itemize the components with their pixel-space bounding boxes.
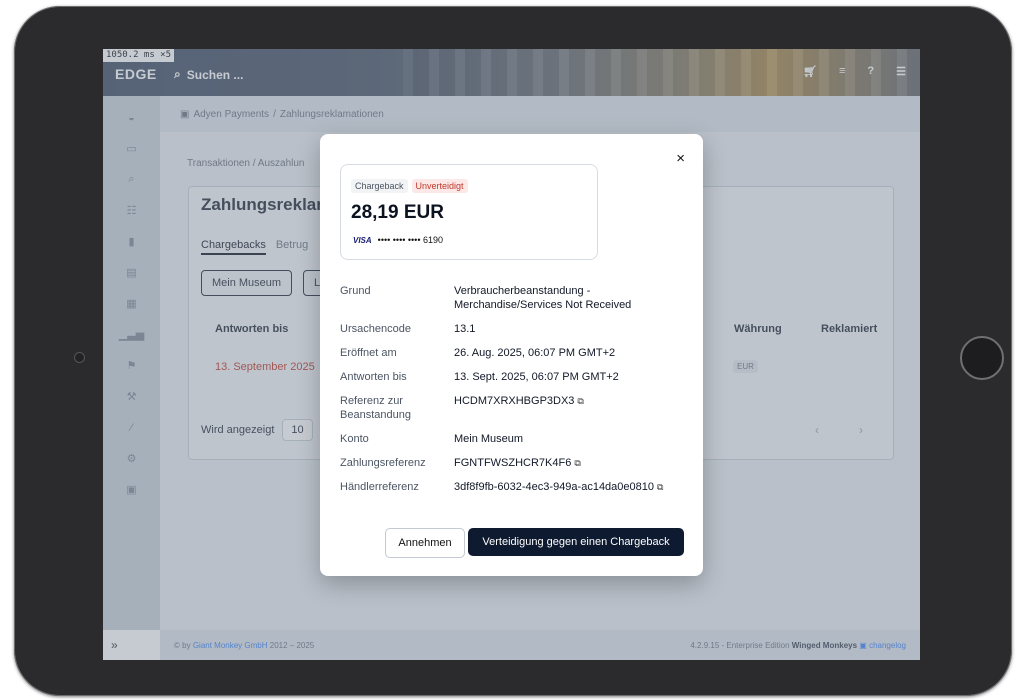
payment-card: VISA •••• •••• •••• 6190 [353,235,443,245]
payment-reference: FGNTFWSZHCR7K4F6 [454,457,572,469]
detail-value: HCDM7XRXHBGP3DX3 ⧉ [454,394,685,422]
type-badge: Chargeback [351,179,408,193]
card-number: •••• •••• •••• 6190 [377,235,444,245]
detail-row: Ursachencode 13.1 [340,322,685,336]
detail-row: Zahlungsreferenz FGNTFWSZHCR7K4F6 ⧉ [340,456,685,470]
detail-label: Konto [340,433,369,445]
detail-label: Antworten bis [340,371,407,383]
detail-label: Händlerreferenz [340,481,419,493]
details-list: Grund Verbraucherbeanstandung - Merchand… [340,284,685,504]
visa-logo: VISA [353,235,372,245]
detail-label: Ursachencode [340,323,411,335]
defend-chargeback-button[interactable]: Verteidigung gegen einen Chargeback [468,528,684,556]
copy-icon[interactable]: ⧉ [574,458,580,468]
merchant-reference: 3df8f9fb-6032-4ec3-949a-ac14da0e0810 [454,481,654,493]
copy-icon[interactable]: ⧉ [577,396,583,406]
screen: 1050.2 ms ×5 EDGE ⌕ Suchen ... 🛒︎ ≡ ? ☰ … [103,49,920,660]
detail-label: Referenz zur Beanstandung [340,395,411,421]
chargeback-summary: Chargeback Unverteidigt 28,19 EUR VISA •… [340,164,598,260]
detail-value: Mein Museum [454,433,524,445]
detail-value: Verbraucherbeanstandung - Merchandise/Se… [454,285,632,311]
detail-row: Konto Mein Museum [340,432,685,446]
copy-icon[interactable]: ⧉ [657,482,663,492]
detail-value: 26. Aug. 2025, 06:07 PM GMT+2 [454,347,616,359]
detail-label: Eröffnet am [340,347,397,359]
status-badge: Unverteidigt [411,179,468,193]
detail-row: Referenz zur Beanstandung HCDM7XRXHBGP3D… [340,394,685,422]
detail-value: 3df8f9fb-6032-4ec3-949a-ac14da0e0810 ⧉ [454,480,685,494]
detail-value: FGNTFWSZHCR7K4F6 ⧉ [454,456,685,470]
detail-row: Antworten bis 13. Sept. 2025, 06:07 PM G… [340,370,685,384]
detail-value: 13.1 [454,323,476,335]
detail-row: Eröffnet am 26. Aug. 2025, 06:07 PM GMT+… [340,346,685,360]
home-button[interactable] [960,336,1004,380]
close-icon[interactable]: × [676,150,685,167]
accept-button[interactable]: Annehmen [385,528,465,558]
badge-group: Chargeback Unverteidigt [351,179,468,193]
detail-row: Händlerreferenz 3df8f9fb-6032-4ec3-949a-… [340,480,685,494]
chargeback-amount: 28,19 EUR [351,202,444,223]
chargeback-dialog: × Chargeback Unverteidigt 28,19 EUR VISA… [320,134,703,576]
detail-row: Grund Verbraucherbeanstandung - Merchand… [340,284,685,312]
camera-dot [74,352,85,363]
detail-label: Zahlungsreferenz [340,457,426,469]
dispute-reference: HCDM7XRXHBGP3DX3 [454,395,575,407]
detail-value: 13. Sept. 2025, 06:07 PM GMT+2 [454,371,619,383]
detail-label: Grund [340,285,371,297]
